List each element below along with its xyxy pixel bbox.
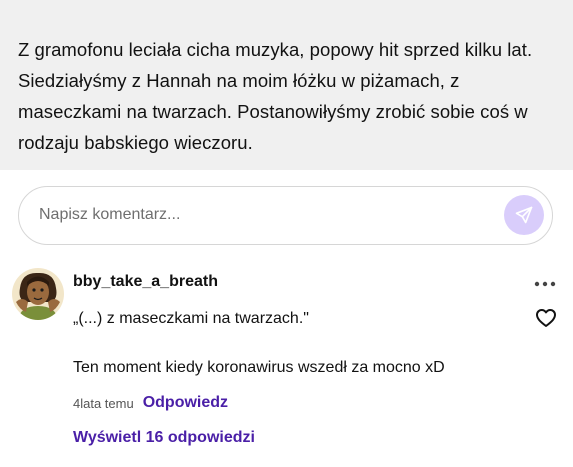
comment-timestamp: 4lata temu bbox=[73, 395, 134, 411]
comment-meta: 4lata temu Odpowiedz bbox=[73, 394, 228, 412]
comment-input[interactable] bbox=[39, 187, 489, 243]
comment-quote: „(...) z maseczkami na twarzach." bbox=[73, 310, 309, 327]
heart-icon bbox=[536, 309, 556, 327]
like-button[interactable] bbox=[534, 306, 558, 330]
comment-username[interactable]: bby_take_a_breath bbox=[73, 273, 218, 291]
send-icon bbox=[515, 206, 533, 224]
comment-text: Ten moment kiedy koronawirus wszedł za m… bbox=[73, 359, 445, 376]
more-options-button[interactable] bbox=[533, 276, 557, 292]
reply-button[interactable]: Odpowiedz bbox=[143, 394, 228, 412]
story-excerpt: Z gramofonu leciała cicha muzyka, popowy… bbox=[0, 0, 573, 170]
comment-form bbox=[18, 186, 553, 245]
avatar[interactable] bbox=[12, 268, 64, 320]
view-replies-button[interactable]: Wyświetl 16 odpowiedzi bbox=[73, 429, 255, 447]
send-button[interactable] bbox=[504, 195, 544, 235]
excerpt-text: Z gramofonu leciała cicha muzyka, popowy… bbox=[18, 39, 533, 153]
more-options-icon bbox=[534, 281, 556, 287]
